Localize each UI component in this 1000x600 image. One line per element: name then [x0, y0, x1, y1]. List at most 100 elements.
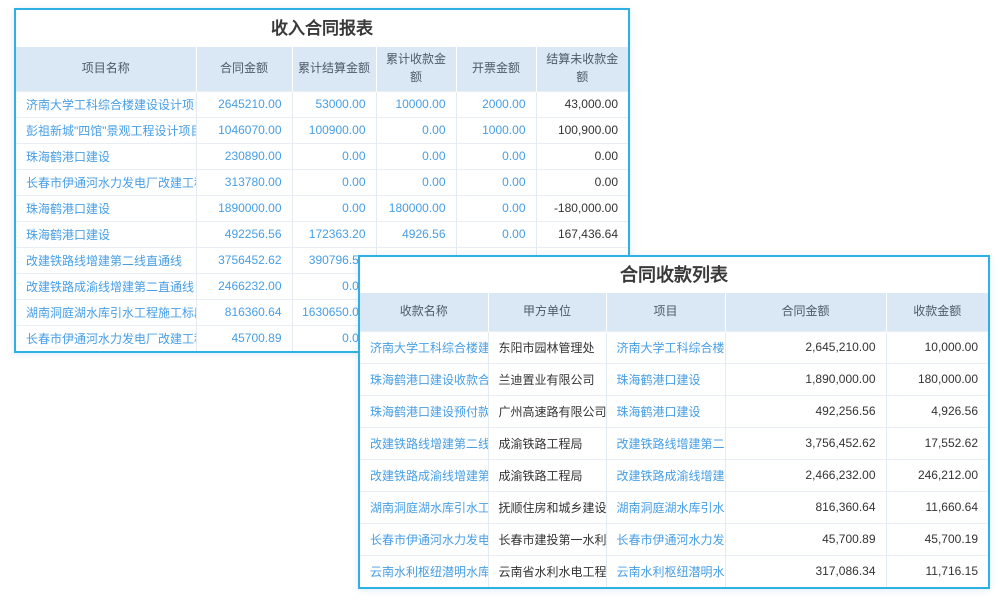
- project-name-link[interactable]: 珠海鹤港口建设: [16, 195, 196, 221]
- contract-amount-cell: 492256.56: [196, 221, 292, 247]
- receipt-name-link[interactable]: 湖南洞庭湖水库引水工...: [360, 491, 488, 523]
- uncollected-amount-cell: 0.00: [536, 169, 628, 195]
- receipt-name-link[interactable]: 改建铁路线增建第二线...: [360, 427, 488, 459]
- project-link[interactable]: 珠海鹤港口建设: [606, 395, 725, 427]
- table-row: 长春市伊通河水力发电厂改建工程 313780.00 0.00 0.00 0.00…: [16, 169, 628, 195]
- collection-panel-title: 合同收款列表: [360, 257, 988, 293]
- report-col-header-invoiced-amount: 开票金额: [456, 47, 536, 91]
- received-amount-cell: 11,660.64: [886, 491, 988, 523]
- project-name-link[interactable]: 珠海鹤港口建设: [16, 143, 196, 169]
- settled-amount-cell: 0.00: [292, 169, 376, 195]
- party-a-cell: 长春市建投第一水利...: [488, 523, 606, 555]
- contract-amount-cell: 2466232.00: [196, 273, 292, 299]
- contract-amount-cell: 2,645,210.00: [725, 331, 886, 363]
- project-link[interactable]: 改建铁路成渝线增建...: [606, 459, 725, 491]
- project-link[interactable]: 湖南洞庭湖水库引水...: [606, 491, 725, 523]
- uncollected-amount-cell: 167,436.64: [536, 221, 628, 247]
- contract-collection-list-panel: 合同收款列表 收款名称 甲方单位 项目 合同金额 收款金额 济南大学工科综合楼建…: [358, 255, 990, 589]
- contract-amount-cell: 492,256.56: [725, 395, 886, 427]
- settled-amount-cell: 53000.00: [292, 91, 376, 117]
- collected-amount-cell: 180000.00: [376, 195, 456, 221]
- settled-amount-cell: 0.00: [292, 143, 376, 169]
- collection-col-header-received-amount: 收款金额: [886, 293, 988, 331]
- table-row: 湖南洞庭湖水库引水工... 抚顺住房和城乡建设局 湖南洞庭湖水库引水... 81…: [360, 491, 988, 523]
- table-row: 珠海鹤港口建设 1890000.00 0.00 180000.00 0.00 -…: [16, 195, 628, 221]
- table-row: 彭祖新城"四馆"景观工程设计项目 1046070.00 100900.00 0.…: [16, 117, 628, 143]
- contract-amount-cell: 2645210.00: [196, 91, 292, 117]
- contract-amount-cell: 230890.00: [196, 143, 292, 169]
- received-amount-cell: 246,212.00: [886, 459, 988, 491]
- project-name-link[interactable]: 珠海鹤港口建设: [16, 221, 196, 247]
- report-col-header-uncollected-amount: 结算未收款金额: [536, 47, 628, 91]
- project-link[interactable]: 济南大学工科综合楼...: [606, 331, 725, 363]
- receipt-name-link[interactable]: 珠海鹤港口建设收款合同: [360, 363, 488, 395]
- contract-amount-cell: 45700.89: [196, 325, 292, 351]
- received-amount-cell: 17,552.62: [886, 427, 988, 459]
- uncollected-amount-cell: -180,000.00: [536, 195, 628, 221]
- project-name-link[interactable]: 长春市伊通河水力发电厂改建工程: [16, 325, 196, 351]
- project-name-link[interactable]: 彭祖新城"四馆"景观工程设计项目: [16, 117, 196, 143]
- party-a-cell: 兰迪置业有限公司: [488, 363, 606, 395]
- table-row: 珠海鹤港口建设 230890.00 0.00 0.00 0.00 0.00: [16, 143, 628, 169]
- party-a-cell: 云南省水利水电工程...: [488, 555, 606, 587]
- table-row: 长春市伊通河水力发电... 长春市建投第一水利... 长春市伊通河水力发... …: [360, 523, 988, 555]
- party-a-cell: 东阳市园林管理处: [488, 331, 606, 363]
- project-link[interactable]: 改建铁路线增建第二...: [606, 427, 725, 459]
- invoiced-amount-cell: 0.00: [456, 169, 536, 195]
- received-amount-cell: 11,716.15: [886, 555, 988, 587]
- settled-amount-cell: 172363.20: [292, 221, 376, 247]
- project-link[interactable]: 云南水利枢纽潜明水...: [606, 555, 725, 587]
- received-amount-cell: 45,700.19: [886, 523, 988, 555]
- receipt-name-link[interactable]: 珠海鹤港口建设预付款: [360, 395, 488, 427]
- contract-amount-cell: 3756452.62: [196, 247, 292, 273]
- table-row: 云南水利枢纽潜明水库... 云南省水利水电工程... 云南水利枢纽潜明水... …: [360, 555, 988, 587]
- contract-amount-cell: 1890000.00: [196, 195, 292, 221]
- project-name-link[interactable]: 改建铁路成渝线增建第二直通线: [16, 273, 196, 299]
- project-link[interactable]: 长春市伊通河水力发...: [606, 523, 725, 555]
- report-col-header-collected-amount: 累计收款金额: [376, 47, 456, 91]
- project-name-link[interactable]: 湖南洞庭湖水库引水工程施工标段: [16, 299, 196, 325]
- project-name-link[interactable]: 改建铁路线增建第二线直通线: [16, 247, 196, 273]
- table-row: 珠海鹤港口建设 492256.56 172363.20 4926.56 0.00…: [16, 221, 628, 247]
- received-amount-cell: 180,000.00: [886, 363, 988, 395]
- project-name-link[interactable]: 长春市伊通河水力发电厂改建工程: [16, 169, 196, 195]
- table-row: 改建铁路成渝线增建第... 成渝铁路工程局 改建铁路成渝线增建... 2,466…: [360, 459, 988, 491]
- received-amount-cell: 10,000.00: [886, 331, 988, 363]
- table-row: 济南大学工科综合楼建... 东阳市园林管理处 济南大学工科综合楼... 2,64…: [360, 331, 988, 363]
- contract-amount-cell: 3,756,452.62: [725, 427, 886, 459]
- page-background: 收入合同报表 项目名称 合同金额 累计结算金额 累计收款金额 开票金额 结算未收…: [0, 0, 1000, 600]
- receipt-name-link[interactable]: 长春市伊通河水力发电...: [360, 523, 488, 555]
- party-a-cell: 成渝铁路工程局: [488, 427, 606, 459]
- invoiced-amount-cell: 1000.00: [456, 117, 536, 143]
- party-a-cell: 成渝铁路工程局: [488, 459, 606, 491]
- party-a-cell: 抚顺住房和城乡建设局: [488, 491, 606, 523]
- contract-amount-cell: 1046070.00: [196, 117, 292, 143]
- collection-col-header-project: 项目: [606, 293, 725, 331]
- report-col-header-contract-amount: 合同金额: [196, 47, 292, 91]
- project-link[interactable]: 珠海鹤港口建设: [606, 363, 725, 395]
- collected-amount-cell: 10000.00: [376, 91, 456, 117]
- collection-col-header-receipt-name: 收款名称: [360, 293, 488, 331]
- receipt-name-link[interactable]: 云南水利枢纽潜明水库...: [360, 555, 488, 587]
- collected-amount-cell: 0.00: [376, 143, 456, 169]
- uncollected-amount-cell: 0.00: [536, 143, 628, 169]
- contract-collection-table: 收款名称 甲方单位 项目 合同金额 收款金额 济南大学工科综合楼建... 东阳市…: [360, 293, 988, 587]
- collected-amount-cell: 4926.56: [376, 221, 456, 247]
- received-amount-cell: 4,926.56: [886, 395, 988, 427]
- settled-amount-cell: 100900.00: [292, 117, 376, 143]
- contract-amount-cell: 1,890,000.00: [725, 363, 886, 395]
- invoiced-amount-cell: 0.00: [456, 143, 536, 169]
- project-name-link[interactable]: 济南大学工科综合楼建设设计项目: [16, 91, 196, 117]
- table-row: 珠海鹤港口建设预付款 广州高速路有限公司 珠海鹤港口建设 492,256.56 …: [360, 395, 988, 427]
- contract-amount-cell: 313780.00: [196, 169, 292, 195]
- receipt-name-link[interactable]: 改建铁路成渝线增建第...: [360, 459, 488, 491]
- collected-amount-cell: 0.00: [376, 117, 456, 143]
- contract-amount-cell: 816360.64: [196, 299, 292, 325]
- invoiced-amount-cell: 2000.00: [456, 91, 536, 117]
- invoiced-amount-cell: 0.00: [456, 221, 536, 247]
- contract-amount-cell: 2,466,232.00: [725, 459, 886, 491]
- uncollected-amount-cell: 100,900.00: [536, 117, 628, 143]
- receipt-name-link[interactable]: 济南大学工科综合楼建...: [360, 331, 488, 363]
- collection-header-row: 收款名称 甲方单位 项目 合同金额 收款金额: [360, 293, 988, 331]
- contract-amount-cell: 816,360.64: [725, 491, 886, 523]
